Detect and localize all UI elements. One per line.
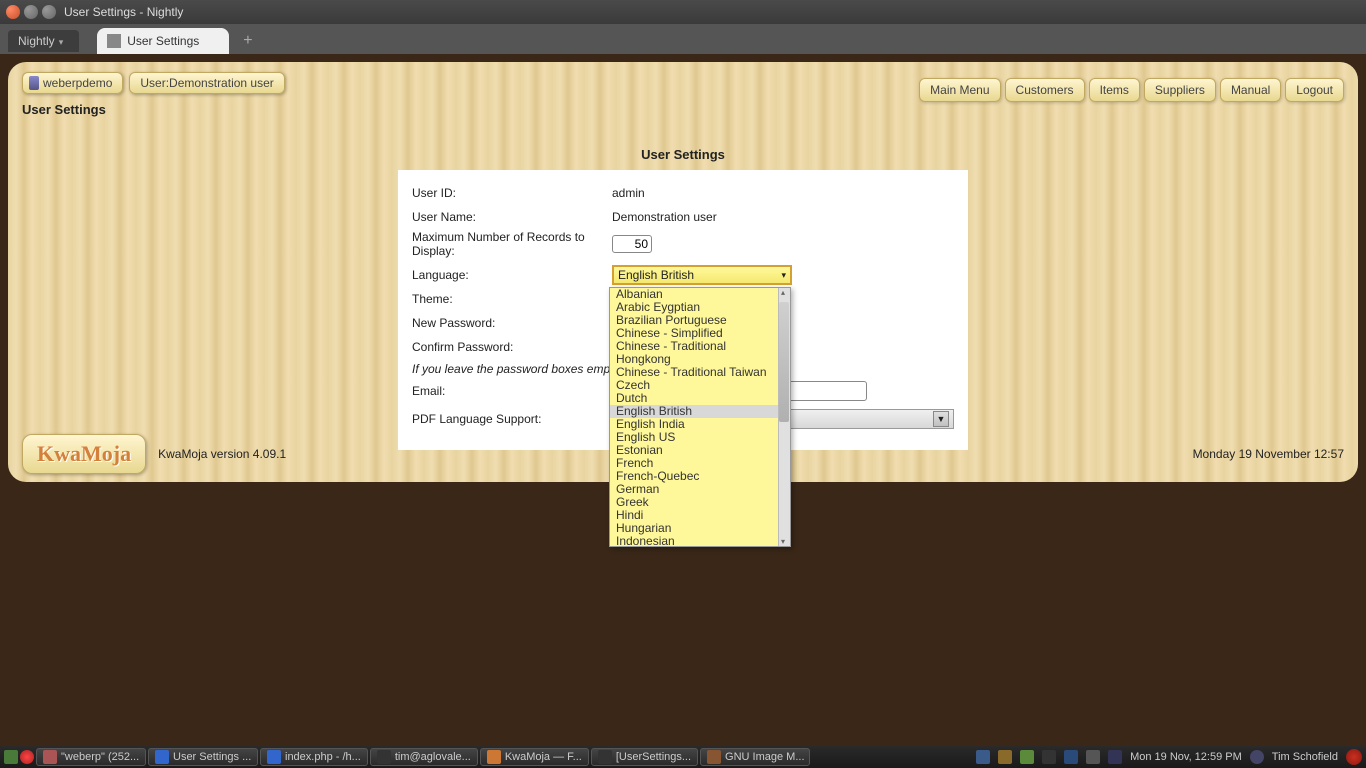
user-id-value: admin — [612, 186, 954, 200]
taskbar-item-label: [UserSettings... — [616, 751, 691, 763]
scrollbar[interactable] — [778, 288, 790, 546]
language-select[interactable]: English British ▾ — [612, 265, 792, 285]
taskbar-tray: Mon 19 Nov, 12:59 PM Tim Schofield — [976, 749, 1362, 765]
browser-tab-active[interactable]: User Settings — [97, 28, 229, 54]
language-option[interactable]: Indonesian — [610, 535, 790, 547]
window-controls — [6, 5, 56, 19]
taskbar-item[interactable]: index.php - /h... — [260, 748, 368, 766]
chevron-down-icon: ▾ — [781, 270, 786, 281]
user-name-label: User Name: — [412, 210, 612, 224]
company-icon — [29, 76, 39, 90]
confirm-password-label: Confirm Password: — [412, 340, 612, 354]
nav-suppliers[interactable]: Suppliers — [1144, 78, 1216, 102]
nav-manual[interactable]: Manual — [1220, 78, 1281, 102]
taskbar-item[interactable]: KwaMoja — F... — [480, 748, 589, 766]
app-icon — [267, 750, 281, 764]
taskbar-user[interactable]: Tim Schofield — [1272, 751, 1338, 763]
page-title: User Settings — [22, 102, 285, 117]
version-text: KwaMoja version 4.09.1 — [158, 447, 286, 461]
app-icon — [487, 750, 501, 764]
network-icon[interactable] — [1064, 750, 1078, 764]
user-icon[interactable] — [1250, 750, 1264, 764]
close-icon[interactable] — [6, 5, 20, 19]
taskbar-item-label: index.php - /h... — [285, 751, 361, 763]
user-id-label: User ID: — [412, 186, 612, 200]
power-icon[interactable] — [1346, 749, 1362, 765]
window-titlebar: User Settings - Nightly — [0, 0, 1366, 24]
taskbar-item[interactable]: "weberp" (252... — [36, 748, 146, 766]
apps-icon[interactable] — [4, 750, 18, 764]
app-icon — [377, 750, 391, 764]
taskbar-item[interactable]: User Settings ... — [148, 748, 258, 766]
max-records-label: Maximum Number of Records to Display: — [412, 230, 612, 258]
language-label: Language: — [412, 268, 612, 282]
taskbar-item-label: "weberp" (252... — [61, 751, 139, 763]
tab-label: User Settings — [127, 34, 199, 48]
pdf-label: PDF Language Support: — [412, 412, 610, 426]
taskbar-item-label: KwaMoja — F... — [505, 751, 582, 763]
language-select-value: English British — [618, 268, 694, 282]
taskbar-item[interactable]: GNU Image M... — [700, 748, 810, 766]
app-icon — [43, 750, 57, 764]
app-header: weberpdemo User:Demonstration user User … — [22, 72, 1344, 117]
datetime-text: Monday 19 November 12:57 — [1193, 447, 1344, 461]
max-records-input[interactable] — [612, 235, 652, 253]
taskbar-item[interactable]: [UserSettings... — [591, 748, 698, 766]
content-area: weberpdemo User:Demonstration user User … — [0, 54, 1366, 746]
chrome-icon[interactable] — [20, 750, 34, 764]
browser-tab-strip: Nightly User Settings + — [0, 24, 1366, 54]
minimize-icon[interactable] — [24, 5, 38, 19]
mail-icon[interactable] — [1108, 750, 1122, 764]
app-icon — [598, 750, 612, 764]
language-option[interactable]: Chinese - Traditional Hongkong — [610, 340, 790, 366]
logo-text: KwaMoja — [37, 441, 131, 467]
company-name: weberpdemo — [43, 76, 112, 90]
nav-buttons: Main Menu Customers Items Suppliers Manu… — [919, 78, 1344, 102]
app-icon — [707, 750, 721, 764]
taskbar-item[interactable]: tim@aglovale... — [370, 748, 478, 766]
nav-items[interactable]: Items — [1089, 78, 1140, 102]
logo-box[interactable]: KwaMoja — [22, 434, 146, 474]
user-name: Demonstration user — [169, 76, 274, 90]
nightly-menu-button[interactable]: Nightly — [8, 30, 79, 52]
language-dropdown-list: AlbanianArabic EygptianBrazilian Portugu… — [609, 287, 791, 547]
tray-icon[interactable] — [1042, 750, 1056, 764]
nav-logout[interactable]: Logout — [1285, 78, 1344, 102]
new-password-label: New Password: — [412, 316, 612, 330]
user-prefix: User: — [140, 76, 169, 90]
user-name-value: Demonstration user — [612, 210, 954, 224]
tray-icon[interactable] — [976, 750, 990, 764]
taskbar-clock[interactable]: Mon 19 Nov, 12:59 PM — [1130, 751, 1242, 763]
nav-customers[interactable]: Customers — [1005, 78, 1085, 102]
tray-icon[interactable] — [998, 750, 1012, 764]
maximize-icon[interactable] — [42, 5, 56, 19]
company-badge[interactable]: weberpdemo — [22, 72, 123, 94]
taskbar-item-label: GNU Image M... — [725, 751, 804, 763]
user-badge[interactable]: User:Demonstration user — [129, 72, 284, 94]
tab-favicon-icon — [107, 34, 121, 48]
volume-icon[interactable] — [1086, 750, 1100, 764]
taskbar: "weberp" (252... User Settings ... index.p… — [0, 746, 1366, 768]
theme-label: Theme: — [412, 292, 612, 306]
taskbar-item-label: User Settings ... — [173, 751, 251, 763]
new-tab-button[interactable]: + — [243, 32, 252, 50]
email-label: Email: — [412, 384, 612, 398]
app-icon — [155, 750, 169, 764]
scrollbar-thumb[interactable] — [779, 302, 789, 422]
window-title: User Settings - Nightly — [64, 5, 183, 19]
taskbar-item-label: tim@aglovale... — [395, 751, 471, 763]
nav-main-menu[interactable]: Main Menu — [919, 78, 1000, 102]
chevron-down-icon: ▼ — [933, 411, 949, 427]
page-heading: User Settings — [22, 147, 1344, 162]
tray-icon[interactable] — [1020, 750, 1034, 764]
